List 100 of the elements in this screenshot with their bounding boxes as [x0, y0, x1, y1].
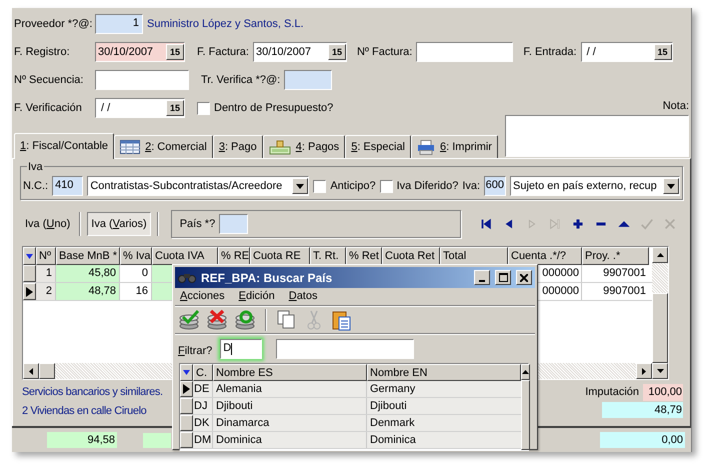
row-indicator[interactable]	[180, 432, 193, 448]
minimize-button[interactable]	[474, 270, 490, 285]
field-label: Proveedor *?@:	[14, 16, 91, 32]
coins-check-icon[interactable]	[178, 309, 202, 331]
tax-code-field[interactable]: 600	[484, 176, 506, 196]
close-button[interactable]	[516, 270, 532, 285]
table-cell: 45,80	[56, 265, 120, 282]
column-header[interactable]: % Ret	[346, 247, 382, 265]
text-field[interactable]	[95, 70, 189, 90]
menu-item[interactable]: Datos	[288, 288, 318, 305]
field-label: Imputación	[585, 385, 639, 400]
table-cell: Dinamarca	[213, 415, 367, 431]
row-indicator[interactable]	[180, 381, 193, 397]
filter-label: Filtrar?	[178, 344, 212, 360]
table-cell: DJ	[193, 398, 213, 414]
minimize-icon	[479, 280, 485, 282]
scroll-up-icon[interactable]	[521, 364, 530, 380]
table-cell-text: 9907001	[602, 266, 647, 281]
date-field[interactable]: / / 15	[580, 42, 673, 62]
field-label: F. Factura:	[197, 44, 249, 60]
menu-item[interactable]: Acciones	[180, 288, 225, 305]
total-value: 94,58	[47, 432, 117, 448]
table-cell: Alemania	[213, 381, 367, 397]
table-cell-text: Germany	[369, 382, 416, 397]
scroll-left-icon[interactable]	[23, 363, 39, 379]
scrollbar-thumb[interactable]	[39, 363, 55, 379]
row-indicator[interactable]	[23, 265, 36, 282]
supplier-name: Suministro López y Santos, S.L.	[147, 16, 304, 32]
country-field[interactable]	[219, 214, 248, 234]
maximize-icon	[498, 273, 508, 282]
table-cell: Dominica	[213, 432, 367, 448]
plus-icon[interactable]	[570, 217, 585, 231]
column-header[interactable]: % Iva	[120, 247, 152, 265]
first-record-icon[interactable]	[478, 217, 493, 231]
checkbox-label: Iva Diferido?	[396, 178, 458, 194]
calendar-button[interactable]: 15	[328, 44, 346, 60]
scrollbar-track[interactable]	[652, 247, 668, 379]
tab[interactable]: 1: Fiscal/Contable	[14, 133, 114, 159]
total-field	[143, 432, 171, 448]
column-header[interactable]: % RE	[218, 247, 250, 265]
row-indicator[interactable]	[23, 283, 36, 300]
filter-field[interactable]: D	[220, 338, 262, 358]
mode-button[interactable]: Iva (Varios)	[87, 212, 151, 236]
row-indicator[interactable]	[180, 415, 193, 431]
field-label: Nº Factura:	[356, 44, 412, 60]
scroll-right-icon[interactable]	[636, 363, 652, 379]
text-field[interactable]	[416, 42, 514, 62]
table-cell-text: Djibouti	[369, 399, 408, 414]
mode-button[interactable]: Iva (Uno)	[22, 212, 74, 236]
checkbox[interactable]	[380, 180, 393, 192]
field-label: País *?	[180, 216, 216, 232]
tab[interactable]: 2: Comercial	[114, 135, 213, 158]
column-header[interactable]: T. Rt.	[310, 247, 346, 265]
calendar-button[interactable]: 15	[166, 100, 184, 116]
scroll-down-icon[interactable]	[652, 363, 668, 379]
table-icon	[120, 140, 140, 154]
scrollbar-thumb[interactable]	[652, 293, 668, 363]
tab[interactable]: 5: Especial	[345, 135, 412, 158]
date-field[interactable]: 30/10/2007 15	[95, 42, 185, 62]
field-label: Iva:	[462, 178, 480, 194]
maximize-button[interactable]	[495, 270, 511, 285]
scrollbar-thumb[interactable]	[521, 380, 530, 450]
supplier-code-field[interactable]: 1	[95, 14, 143, 34]
tab[interactable]: 3: Pago	[212, 135, 263, 158]
table-cell: Djibouti	[213, 398, 367, 414]
dropdown[interactable]: Contratistas-Subcontratistas/Acreedore	[87, 176, 310, 196]
menu-item[interactable]: Edición	[238, 288, 275, 305]
dropdown[interactable]: Sujeto en país externo, recup	[510, 176, 680, 196]
column-header[interactable]: Nº	[36, 247, 56, 265]
column-header[interactable]: Proy. .*	[582, 247, 649, 265]
checkbox[interactable]	[197, 102, 210, 114]
date-field[interactable]: 30/10/2007 15	[252, 42, 347, 62]
row-indicator[interactable]	[180, 398, 193, 414]
checkbox[interactable]	[313, 180, 326, 192]
table-cell-text: Denmark	[369, 416, 416, 431]
column-header[interactable]: Nombre EN	[367, 364, 521, 381]
binoculars-icon	[178, 272, 196, 283]
column-header[interactable]: C.	[193, 364, 213, 381]
column-header[interactable]: Cuenta .*/?	[508, 247, 582, 265]
column-header[interactable]: Total	[440, 247, 508, 265]
scroll-up-icon[interactable]	[652, 247, 668, 263]
filter-field[interactable]	[276, 338, 414, 358]
column-header[interactable]: Cuota Ret	[382, 247, 440, 265]
table-cell: DE	[193, 381, 213, 397]
date-field[interactable]: / / 15	[95, 98, 185, 118]
printer-icon	[417, 140, 436, 154]
field-label: N.C.:	[23, 178, 48, 194]
column-header[interactable]: Cuota RE	[250, 247, 310, 265]
note-field[interactable]	[505, 114, 689, 156]
column-header[interactable]: Cuota IVA	[152, 247, 218, 265]
column-header[interactable]: Nombre ES	[213, 364, 367, 381]
calendar-button[interactable]: 15	[166, 44, 184, 60]
tab[interactable]: 4: Pagos	[262, 135, 346, 158]
text-field[interactable]	[284, 70, 332, 90]
tab[interactable]: 6: Imprimir	[411, 135, 498, 158]
account-code-field[interactable]: 410	[52, 176, 84, 196]
checkbox-label: Anticipo?	[330, 178, 376, 194]
checkbox-label: Dentro de Presupuesto?	[214, 100, 334, 116]
column-header[interactable]: Base MnB *	[56, 247, 120, 265]
calendar-button[interactable]: 15	[654, 44, 672, 60]
